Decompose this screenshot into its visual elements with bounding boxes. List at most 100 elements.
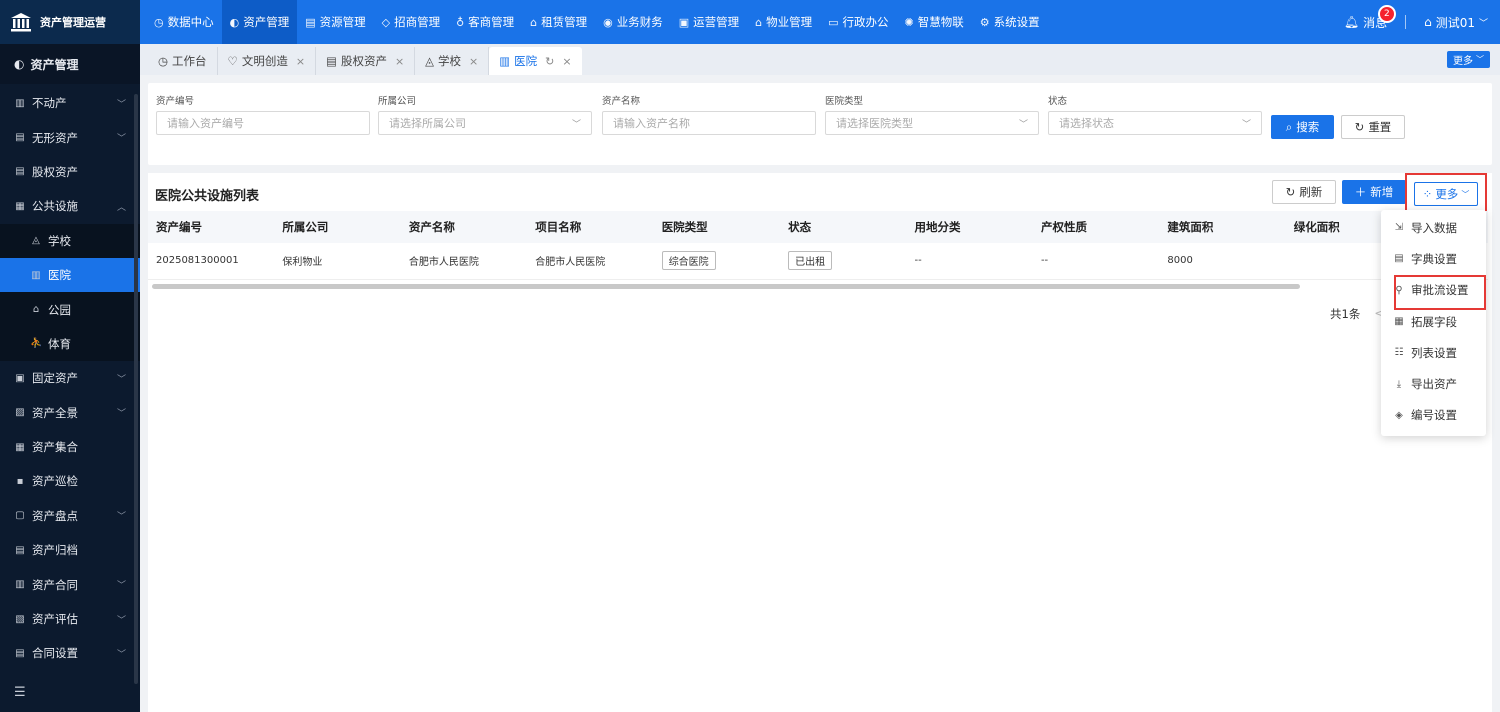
sidebar-item-real-estate[interactable]: ▥ 不动产 ﹀ (0, 86, 140, 120)
column-header[interactable]: 项目名称 (527, 211, 654, 243)
column-header[interactable]: 资产编号 (148, 211, 275, 243)
close-icon[interactable]: × (395, 55, 404, 68)
collapse-menu-icon[interactable]: ☰ (14, 685, 26, 700)
user-menu[interactable]: ⌂ 测试01 ﹀ (1424, 14, 1488, 31)
column-header[interactable]: 医院类型 (653, 211, 781, 243)
tab-civilization[interactable]: ♡ 文明创造 × (218, 47, 317, 75)
sidebar-item-school[interactable]: ◬ 学校 (0, 223, 140, 258)
topnav-investment-management[interactable]: ◇ 招商管理 (374, 0, 448, 44)
sidebar-item-equity-assets[interactable]: ▤ 股权资产 (0, 155, 140, 189)
sidebar-item-icon: ◬ (32, 235, 40, 247)
sidebar-item-label: 资产全景 (32, 405, 78, 420)
close-icon[interactable]: × (562, 55, 571, 68)
chevron-icon: ﹀ (116, 581, 126, 592)
menu-export-assets[interactable]: ⤓ 导出资产 (1381, 368, 1486, 399)
add-button[interactable]: ＋ 新增 (1342, 180, 1406, 204)
sidebar-item-asset-evaluation[interactable]: ▧ 资产评估 ﹀ (0, 602, 140, 636)
sidebar-item-asset-contract[interactable]: ▥ 资产合同 ﹀ (0, 567, 140, 601)
sidebar-item-asset-collection[interactable]: ▦ 资产集合 (0, 430, 140, 464)
menu-item-label: 拓展字段 (1411, 314, 1457, 329)
menu-number-settings[interactable]: ◈ 编号设置 (1381, 400, 1486, 431)
topnav-business-finance[interactable]: ◉ 业务财务 (595, 0, 671, 44)
sidebar-item-icon: ▥ (31, 269, 41, 281)
close-icon[interactable]: × (469, 55, 478, 68)
asset-name-input[interactable]: 请输入资产名称 (602, 111, 816, 135)
column-header[interactable]: 资产名称 (400, 211, 528, 243)
nav-icon: ▤ (305, 15, 316, 29)
sidebar-item-asset-inspection[interactable]: ▪ 资产巡检 (0, 464, 140, 498)
sidebar-item-fixed-assets[interactable]: ▣ 固定资产 ﹀ (0, 361, 140, 395)
menu-approval-flow-settings[interactable]: ⚲ 审批流设置 (1381, 274, 1486, 310)
tab-label: 股权资产 (340, 54, 387, 68)
tab-equity-assets[interactable]: ▤ 股权资产 × (316, 47, 416, 75)
chevron-icon: ﹀ (116, 615, 126, 626)
topnav-asset-management[interactable]: ◐ 资产管理 (221, 0, 298, 44)
sidebar-item-asset-panorama[interactable]: ▨ 资产全景 ﹀ (0, 396, 140, 430)
asset-code-input-group: 资产编号 请输入资产编号 (156, 93, 370, 135)
hospital-type-select[interactable]: 请选择医院类型 ﹀ (825, 111, 1039, 135)
horizontal-scrollbar[interactable] (152, 284, 1300, 289)
more-button[interactable]: ⁘ 更多 ﹀ (1414, 182, 1478, 206)
search-button-label: 搜索 (1296, 120, 1320, 134)
tab-school[interactable]: ◬ 学校 × (415, 47, 490, 75)
field-placeholder: 请输入资产编号 (167, 117, 244, 130)
field-placeholder: 请输入资产名称 (613, 117, 690, 130)
more-label: 更多 (1435, 187, 1459, 201)
sidebar-item-public-facilities[interactable]: ▦ 公共设施 ︿ (0, 189, 140, 223)
topnav-lease-management[interactable]: ⌂ 租赁管理 (522, 0, 595, 44)
column-header[interactable]: 所属公司 (274, 211, 401, 243)
tabs-more-button[interactable]: 更多 ﹀ (1447, 51, 1490, 68)
sidebar: ◐ 资产管理 ▥ 不动产 ﹀ ▤ 无形资产 ﹀ ▤ 股权资产 ▦ 公共设施 ︿ ◬ 学校 ▥ 医院 ⌂ 公园 ⛹ 体… (0, 44, 140, 712)
column-header[interactable]: 产权性质 (1032, 211, 1160, 243)
sidebar-item-park[interactable]: ⌂ 公园 (0, 292, 140, 327)
menu-import-data[interactable]: ⇲ 导入数据 (1381, 212, 1486, 243)
menu-dictionary-settings[interactable]: ▤ 字典设置 (1381, 243, 1486, 274)
search-button[interactable]: ⌕ 搜索 (1271, 115, 1334, 139)
company-select[interactable]: 请选择所属公司 ﹀ (378, 111, 592, 135)
sidebar-item-icon: ▤ (15, 647, 25, 659)
sidebar-item-contract-settings[interactable]: ▤ 合同设置 ﹀ (0, 636, 140, 670)
topnav-data-center[interactable]: ◷ 数据中心 (146, 0, 222, 44)
topnav-admin-office[interactable]: ▭ 行政办公 (820, 0, 896, 44)
menu-list-settings[interactable]: ☷ 列表设置 (1381, 337, 1486, 368)
refresh-button[interactable]: ↻ 刷新 (1272, 180, 1336, 204)
table-row[interactable]: 2025081300001 保利物业 合肥市人民医院 合肥市人民医院 综合医院 已出租 --… (148, 243, 1488, 280)
sidebar-item-icon: ▦ (15, 200, 25, 212)
topnav-smart-iot[interactable]: ✺ 智慧物联 (897, 0, 972, 44)
topnav-property-management[interactable]: ⌂ 物业管理 (747, 0, 820, 44)
brand[interactable]: 资产管理运营 (0, 0, 140, 44)
sidebar-item-sports[interactable]: ⛹ 体育 (0, 326, 140, 362)
tab-hospital[interactable]: ▥ 医院 ↻ × (489, 47, 582, 75)
column-header[interactable]: 状态 (780, 211, 907, 243)
topnav-resource-management[interactable]: ▤ 资源管理 (297, 0, 373, 44)
cell-land-use: -- (906, 243, 1033, 280)
sidebar-item-label: 资产评估 (32, 612, 78, 627)
reset-button-label: 重置 (1368, 120, 1392, 134)
column-header[interactable]: 建筑面积 (1159, 211, 1286, 243)
status-select[interactable]: 请选择状态 ﹀ (1048, 111, 1262, 135)
sidebar-item-hospital[interactable]: ▥ 医院 (0, 257, 140, 293)
topnav-operation-management[interactable]: ▣ 运营管理 (671, 0, 747, 44)
sidebar-item-intangible-assets[interactable]: ▤ 无形资产 ﹀ (0, 120, 140, 154)
sidebar-item-asset-inventory[interactable]: ▢ 资产盘点 ﹀ (0, 499, 140, 533)
sidebar-item-icon: ▨ (15, 407, 25, 419)
menu-item-icon: ◈ (1395, 409, 1403, 421)
sidebar-scrollbar[interactable] (134, 94, 138, 684)
tab-workbench[interactable]: ◷ 工作台 (148, 47, 218, 75)
topnav-customer-management[interactable]: ♁ 客商管理 (448, 0, 522, 44)
cell-building-area: 8000 (1159, 243, 1286, 280)
reset-button[interactable]: ↻ 重置 (1341, 115, 1405, 139)
refresh-label: 刷新 (1299, 185, 1323, 199)
menu-item-icon: ▦ (1394, 316, 1404, 328)
status-tag: 已出租 (788, 251, 833, 271)
reload-icon[interactable]: ↻ (545, 55, 554, 68)
messages-button[interactable]: 🔔︎ 消息 2 (1344, 4, 1396, 31)
sidebar-item-label: 不动产 (32, 96, 67, 111)
messages-badge: 2 (1377, 4, 1396, 23)
topnav-system-settings[interactable]: ⚙ 系统设置 (972, 0, 1048, 44)
column-header[interactable]: 用地分类 (906, 211, 1033, 243)
menu-extended-fields[interactable]: ▦ 拓展字段 (1381, 306, 1486, 337)
sidebar-item-asset-archive[interactable]: ▤ 资产归档 (0, 533, 140, 567)
asset-code-input[interactable]: 请输入资产编号 (156, 111, 370, 135)
close-icon[interactable]: × (296, 55, 305, 68)
